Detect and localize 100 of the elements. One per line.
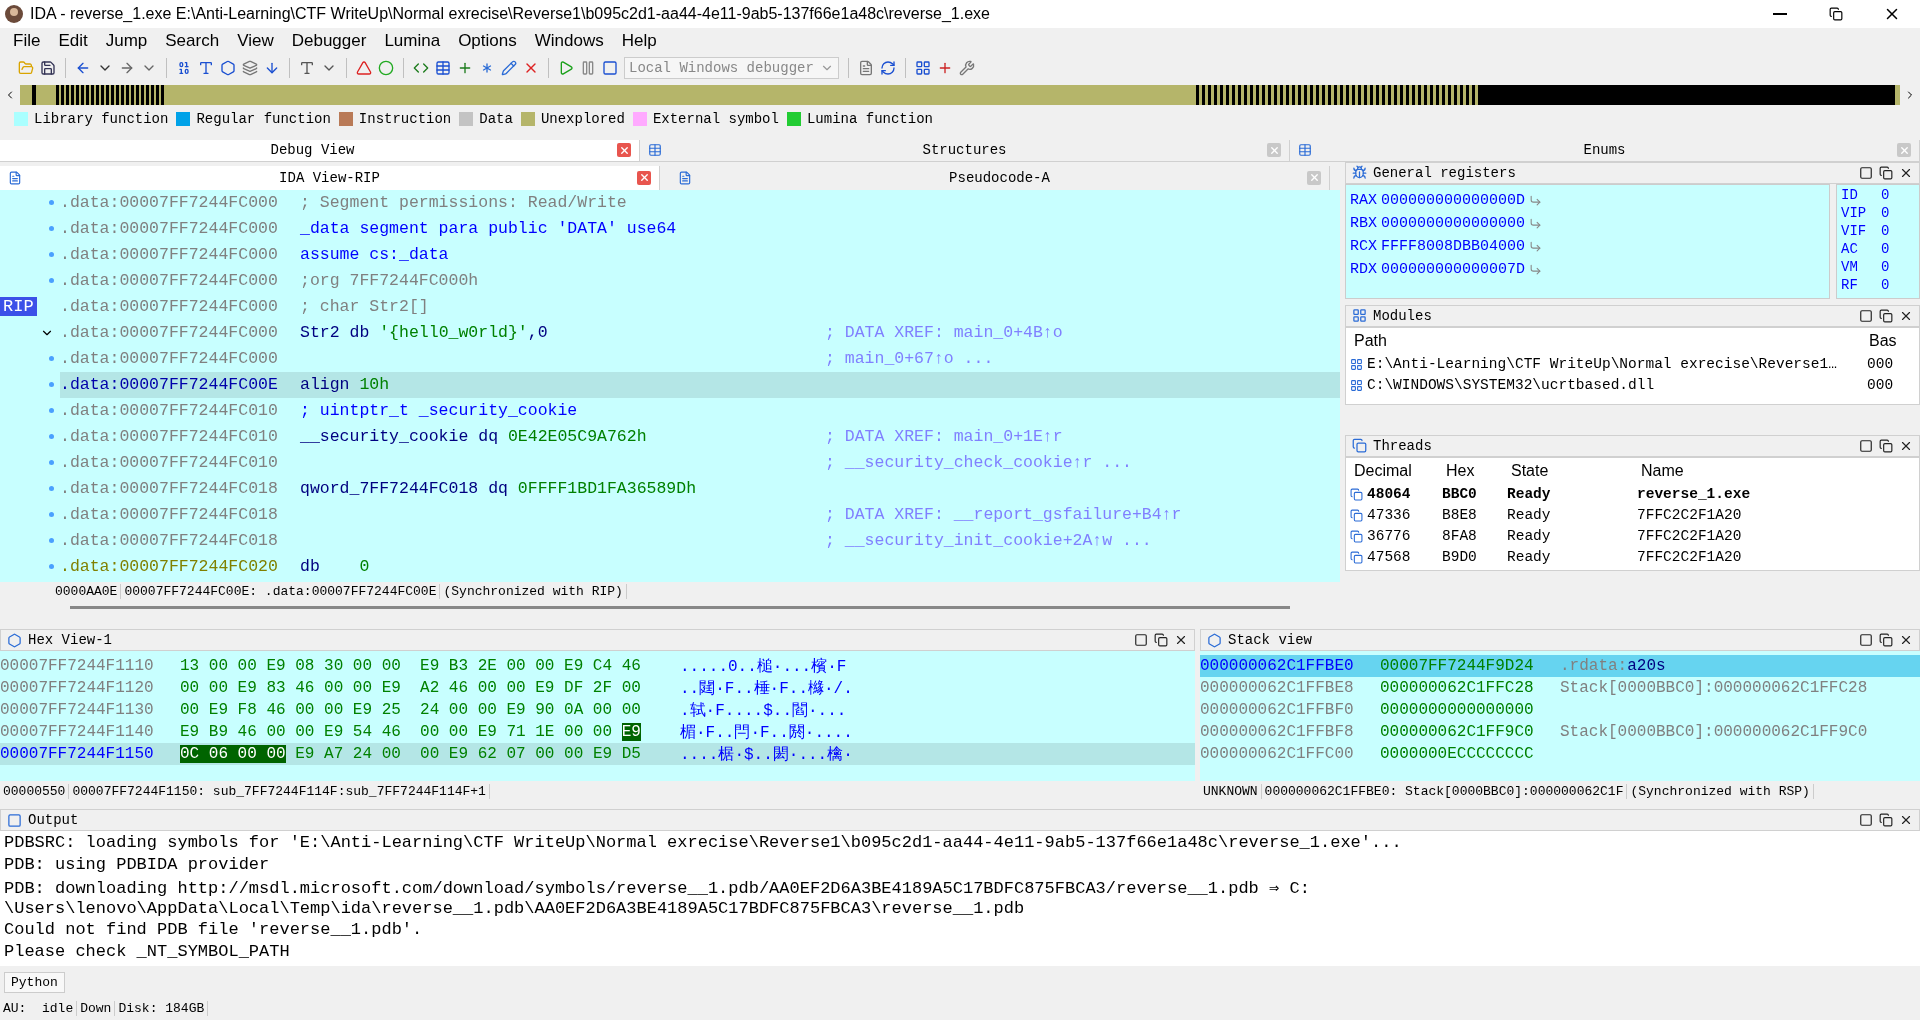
maximize-icon[interactable] xyxy=(1859,308,1873,323)
line-dot-icon xyxy=(49,200,54,206)
tab-close-icon[interactable] xyxy=(617,143,631,158)
scrollbar-thumb[interactable] xyxy=(70,606,1290,610)
register-value[interactable]: FFFF8008DBB04000 xyxy=(1381,237,1526,255)
menu-item[interactable]: Help xyxy=(612,31,666,52)
code-text: ; Segment permissions: Read/Write xyxy=(300,193,627,213)
flag-value[interactable]: 0 xyxy=(1881,258,1890,277)
menu-item[interactable]: File xyxy=(4,31,50,52)
maximize-icon[interactable] xyxy=(1859,438,1873,453)
threads-icon xyxy=(1352,438,1367,454)
text-box-icon[interactable] xyxy=(299,60,315,77)
column-header[interactable]: Name xyxy=(1637,461,1837,480)
navigation-band[interactable] xyxy=(20,84,1900,105)
status-text: 00007FF7244F1150: sub_7FF7244F114F:sub_7FF7244F114F+1 xyxy=(69,783,490,799)
menu-item[interactable]: Lumina xyxy=(375,31,450,52)
address-text: 000000062C1FFBF8 xyxy=(1200,723,1355,742)
menu-item[interactable]: Windows xyxy=(525,31,613,52)
float-icon[interactable] xyxy=(1879,308,1893,323)
module-icon xyxy=(1350,357,1363,371)
code-text: qword_7FF7244FC018 dq xyxy=(300,479,509,499)
float-icon[interactable] xyxy=(1879,438,1893,453)
float-icon[interactable] xyxy=(1879,165,1893,180)
table-cell-text: BBC0 xyxy=(1441,486,1478,503)
hex-bytes[interactable]: E9 B9 46 00 00 E9 54 46 00 00 E9 71 1E 00 00 xyxy=(180,723,622,742)
code-text: .rdata: xyxy=(1560,657,1628,676)
hex-bytes[interactable]: 13 00 00 E9 08 30 00 00 E9 B3 2E 00 00 E9 C4 46 xyxy=(180,657,641,676)
flag-value[interactable]: 0 xyxy=(1881,276,1890,295)
code-text: 0E42E05C9A762h xyxy=(507,427,647,447)
xref-comment: ; DATA XREF: __report_gsfailure+B4↑r xyxy=(825,505,1182,525)
binary-icon[interactable] xyxy=(176,60,192,77)
language-button[interactable]: Python xyxy=(4,971,65,993)
menu-item[interactable]: Options xyxy=(449,31,526,52)
flag-value[interactable]: 0 xyxy=(1881,186,1890,205)
table-icon xyxy=(1298,143,1312,158)
flag-value[interactable]: 0 xyxy=(1881,222,1890,241)
refresh-icon[interactable] xyxy=(880,60,896,77)
maximize-icon[interactable] xyxy=(1859,813,1873,828)
float-icon[interactable] xyxy=(1879,813,1893,828)
hex-bytes[interactable]: 00 00 E9 83 46 00 00 E9 A2 46 00 00 E9 DF 2F 00 xyxy=(180,679,641,698)
line-dot-icon xyxy=(49,434,54,440)
jump-arrow-icon[interactable] xyxy=(1529,193,1543,207)
flag-value[interactable]: 0 xyxy=(1881,240,1890,259)
circle-icon[interactable] xyxy=(378,60,394,77)
thread-icon xyxy=(1350,550,1363,564)
column-header[interactable]: Hex xyxy=(1442,461,1507,480)
jump-arrow-icon[interactable] xyxy=(1529,262,1543,276)
jump-arrow-icon[interactable] xyxy=(1529,216,1543,230)
pause-icon[interactable] xyxy=(580,60,596,77)
address-text: .data:00007FF7244FC020 xyxy=(60,557,279,577)
register-value[interactable]: 000000000000007D xyxy=(1381,260,1526,278)
address-text: 00007FF7244F1110 xyxy=(0,657,155,676)
value-text: 000000062C1FF9C0 xyxy=(1380,723,1535,742)
menu-item[interactable]: Debugger xyxy=(282,31,376,52)
grid-icon[interactable] xyxy=(915,60,931,77)
hex-bytes[interactable]: E9 A7 24 00 00 E9 62 07 00 00 E9 D5 xyxy=(285,745,641,764)
save-icon[interactable] xyxy=(40,60,56,77)
column-header[interactable]: State xyxy=(1507,461,1637,480)
tab[interactable]: Debug View xyxy=(0,139,640,161)
line-dot-icon xyxy=(49,252,54,258)
hex-bytes[interactable]: 0C 06 00 00 xyxy=(180,745,286,764)
bug-icon xyxy=(1352,165,1367,181)
float-icon[interactable] xyxy=(1154,633,1168,648)
menu-item[interactable]: View xyxy=(228,31,283,52)
maximize-icon[interactable] xyxy=(1859,633,1873,648)
register-value[interactable]: 0000000000000000 xyxy=(1381,214,1526,232)
maximize-icon[interactable] xyxy=(1134,633,1148,648)
status-text: UNKNOWN xyxy=(1200,783,1262,799)
play-icon[interactable] xyxy=(558,60,574,77)
maximize-icon[interactable] xyxy=(1859,165,1873,180)
hex-bytes[interactable]: E9 xyxy=(621,723,641,742)
column-header[interactable]: Bas xyxy=(1865,331,1905,350)
column-header[interactable]: Path xyxy=(1350,331,1865,350)
address-text: .data:00007FF7244FC00E xyxy=(60,375,279,395)
column-header[interactable]: Decimal xyxy=(1350,461,1442,480)
tab[interactable]: IDA View-RIP xyxy=(0,165,660,190)
flag-value[interactable]: 0 xyxy=(1881,204,1890,223)
jump-arrow-icon[interactable] xyxy=(1529,239,1543,253)
menu-item[interactable]: Jump xyxy=(96,31,157,52)
layers-icon[interactable] xyxy=(242,60,258,77)
text-icon[interactable] xyxy=(198,60,214,77)
wrench-icon[interactable] xyxy=(959,60,975,77)
code-text: ; uintptr_t _security_cookie xyxy=(300,401,578,421)
float-icon[interactable] xyxy=(1879,633,1893,648)
hex-bytes[interactable]: 00 E9 F8 46 00 00 E9 25 24 00 00 E9 90 0A 00 00 xyxy=(180,701,641,720)
hexagon-icon[interactable] xyxy=(220,60,236,77)
pencil-icon[interactable] xyxy=(501,60,517,77)
code-text: _data segment para public 'DATA' use64 xyxy=(300,219,677,239)
document-icon[interactable] xyxy=(858,60,874,77)
output-line: PDB: downloading http://msdl.microsoft.com/download/symbols/reverse__1.pdb/AA0EF2D6A3BE4189A5C17BDFC875FBCA3/reverse__1.pdb ⇒ C: xyxy=(4,877,1311,899)
register-value[interactable]: 000000000000000D xyxy=(1381,191,1526,209)
output-line: PDBSRC: loading symbols for 'E:\Anti-Learning\CTF WriteUp\Normal exrecise\Reverse1\b095c2d1-aa44-4e11-9ab5-137f66e1a48c\reverse_1.exe'... xyxy=(4,833,1403,855)
line-dot-icon xyxy=(49,460,54,466)
menu-item[interactable]: Search xyxy=(156,31,229,52)
table-icon[interactable] xyxy=(435,60,451,77)
table-cell-text: 48064 xyxy=(1366,486,1412,503)
warning-icon[interactable] xyxy=(356,60,372,77)
stop-icon[interactable] xyxy=(602,60,618,77)
menu-item[interactable]: Edit xyxy=(49,31,97,52)
tab-close-icon[interactable] xyxy=(637,170,651,185)
